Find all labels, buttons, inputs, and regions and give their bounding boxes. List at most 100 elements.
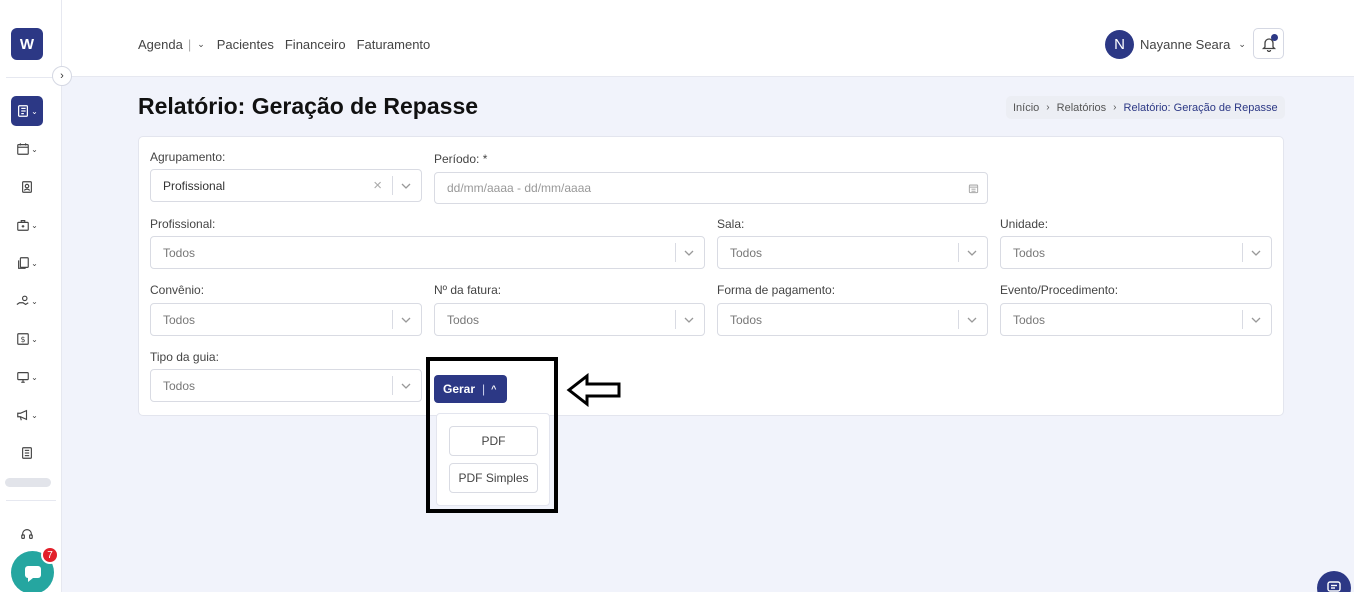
tipo-guia-select[interactable]: Todos — [150, 369, 422, 402]
sidebar-scrollbar[interactable] — [5, 478, 51, 487]
sidebar-item-documents[interactable]: ⌄ — [11, 248, 43, 278]
select-separator — [392, 176, 393, 195]
chat-icon — [24, 565, 41, 582]
chevron-down-icon — [401, 317, 411, 323]
megaphone-icon — [17, 409, 28, 421]
top-nav: Agenda | ⌄ Pacientes Financeiro Faturame… — [138, 37, 441, 52]
documents-icon — [18, 257, 29, 269]
chevron-right-icon: › — [1046, 102, 1050, 113]
nav-financeiro[interactable]: Financeiro — [285, 37, 346, 52]
chevron-right-icon: › — [60, 70, 64, 82]
annotation-highlight-box — [426, 357, 558, 513]
chevron-down-icon — [401, 183, 411, 189]
chevron-down-icon — [684, 317, 694, 323]
breadcrumb-reports[interactable]: Relatórios — [1057, 102, 1107, 114]
sidebar-item-payments[interactable]: ⌄ — [11, 286, 43, 316]
select-separator — [675, 243, 676, 262]
unidade-select[interactable]: Todos — [1000, 236, 1272, 269]
hand-money-icon — [16, 295, 29, 306]
sidebar-item-agenda[interactable]: ⌄ — [11, 134, 43, 164]
nav-faturamento[interactable]: Faturamento — [357, 37, 431, 52]
breadcrumb: Início › Relatórios › Relatório: Geração… — [1006, 96, 1285, 119]
breadcrumb-current: Relatório: Geração de Repasse — [1123, 101, 1278, 114]
pagamento-label: Forma de pagamento: — [717, 283, 836, 297]
evento-select[interactable]: Todos — [1000, 303, 1272, 336]
notebook-icon — [18, 105, 29, 117]
notifications-button[interactable] — [1253, 28, 1284, 59]
profissional-value: Todos — [163, 245, 196, 260]
report-icon — [22, 447, 32, 459]
unidade-value: Todos — [1013, 245, 1046, 260]
sala-value: Todos — [730, 245, 763, 260]
calendar-icon — [17, 143, 29, 155]
sala-select[interactable]: Todos — [717, 236, 988, 269]
select-separator — [1242, 243, 1243, 262]
evento-label: Evento/Procedimento: — [1000, 283, 1119, 297]
nav-agenda[interactable]: Agenda — [138, 37, 183, 52]
chevron-down-icon — [684, 250, 694, 256]
convenio-label: Convênio: — [150, 283, 205, 297]
evento-value: Todos — [1013, 312, 1046, 327]
sidebar-divider-top — [6, 77, 56, 78]
chat-unread-badge: 7 — [41, 546, 59, 564]
sidebar-item-records[interactable] — [11, 438, 43, 468]
sidebar-item-patients[interactable] — [11, 172, 43, 202]
sidebar-divider-bottom — [6, 500, 56, 501]
user-menu[interactable]: N Nayanne Seara ⌄ — [1105, 30, 1246, 59]
breadcrumb-home[interactable]: Início — [1013, 102, 1039, 114]
select-separator — [958, 310, 959, 329]
agrupamento-select[interactable]: Profissional × — [150, 169, 422, 202]
nav-pacientes[interactable]: Pacientes — [217, 37, 274, 52]
chevron-down-icon[interactable]: ⌄ — [197, 39, 205, 50]
profissional-label: Profissional: — [150, 217, 216, 231]
sidebar-item-finance[interactable]: $ ⌄ — [11, 324, 43, 354]
convenio-select[interactable]: Todos — [150, 303, 422, 336]
select-separator — [392, 310, 393, 329]
monitor-icon — [17, 372, 29, 383]
select-separator — [392, 376, 393, 395]
nav-separator: | — [187, 37, 192, 52]
clear-icon[interactable]: × — [373, 177, 382, 194]
sidebar-collapse-button[interactable]: › — [52, 66, 72, 86]
dollar-icon: $ — [17, 333, 29, 345]
calendar-icon[interactable] — [968, 183, 979, 194]
sidebar-item-screen[interactable]: ⌄ — [11, 362, 43, 392]
sala-label: Sala: — [717, 217, 745, 231]
floating-chat-button[interactable] — [1317, 571, 1351, 592]
sidebar-item-support[interactable] — [11, 519, 43, 549]
top-header: Agenda | ⌄ Pacientes Financeiro Faturame… — [62, 0, 1354, 77]
profissional-select[interactable]: Todos — [150, 236, 705, 269]
sidebar-item-reports[interactable]: ⌄ — [11, 96, 43, 126]
select-separator — [958, 243, 959, 262]
select-separator — [675, 310, 676, 329]
patient-badge-icon — [22, 181, 32, 193]
sidebar: W ⌄ ⌄ ⌄ ⌄ ⌄ $ ⌄ ⌄ ⌄ 7 — [0, 0, 62, 592]
chevron-right-icon: › — [1113, 102, 1117, 113]
tipo-guia-value: Todos — [163, 378, 196, 393]
chevron-down-icon — [1251, 250, 1261, 256]
periodo-placeholder: dd/mm/aaaa - dd/mm/aaaa — [447, 181, 592, 195]
periodo-input[interactable]: dd/mm/aaaa - dd/mm/aaaa — [434, 172, 988, 204]
app-logo-text: W — [19, 35, 35, 53]
chevron-down-icon — [967, 250, 977, 256]
fatura-select[interactable]: Todos — [434, 303, 705, 336]
unidade-label: Unidade: — [1000, 217, 1049, 231]
avatar: N — [1105, 30, 1134, 59]
svg-text:$: $ — [21, 335, 26, 344]
message-icon — [1327, 581, 1341, 592]
sidebar-item-services[interactable]: ⌄ — [11, 210, 43, 240]
chevron-down-icon — [967, 317, 977, 323]
app-logo[interactable]: W — [11, 28, 43, 60]
chevron-down-icon — [401, 383, 411, 389]
convenio-value: Todos — [163, 312, 196, 327]
briefcase-icon — [17, 220, 29, 231]
fatura-value: Todos — [447, 312, 480, 327]
agrupamento-label: Agrupamento: — [150, 150, 226, 164]
sidebar-item-marketing[interactable]: ⌄ — [11, 400, 43, 430]
pagamento-select[interactable]: Todos — [717, 303, 988, 336]
fatura-label: Nº da fatura: — [434, 283, 502, 297]
pagamento-value: Todos — [730, 312, 763, 327]
notification-dot — [1271, 34, 1278, 41]
page-title: Relatório: Geração de Repasse — [138, 93, 479, 119]
periodo-label: Período: * — [434, 152, 488, 166]
